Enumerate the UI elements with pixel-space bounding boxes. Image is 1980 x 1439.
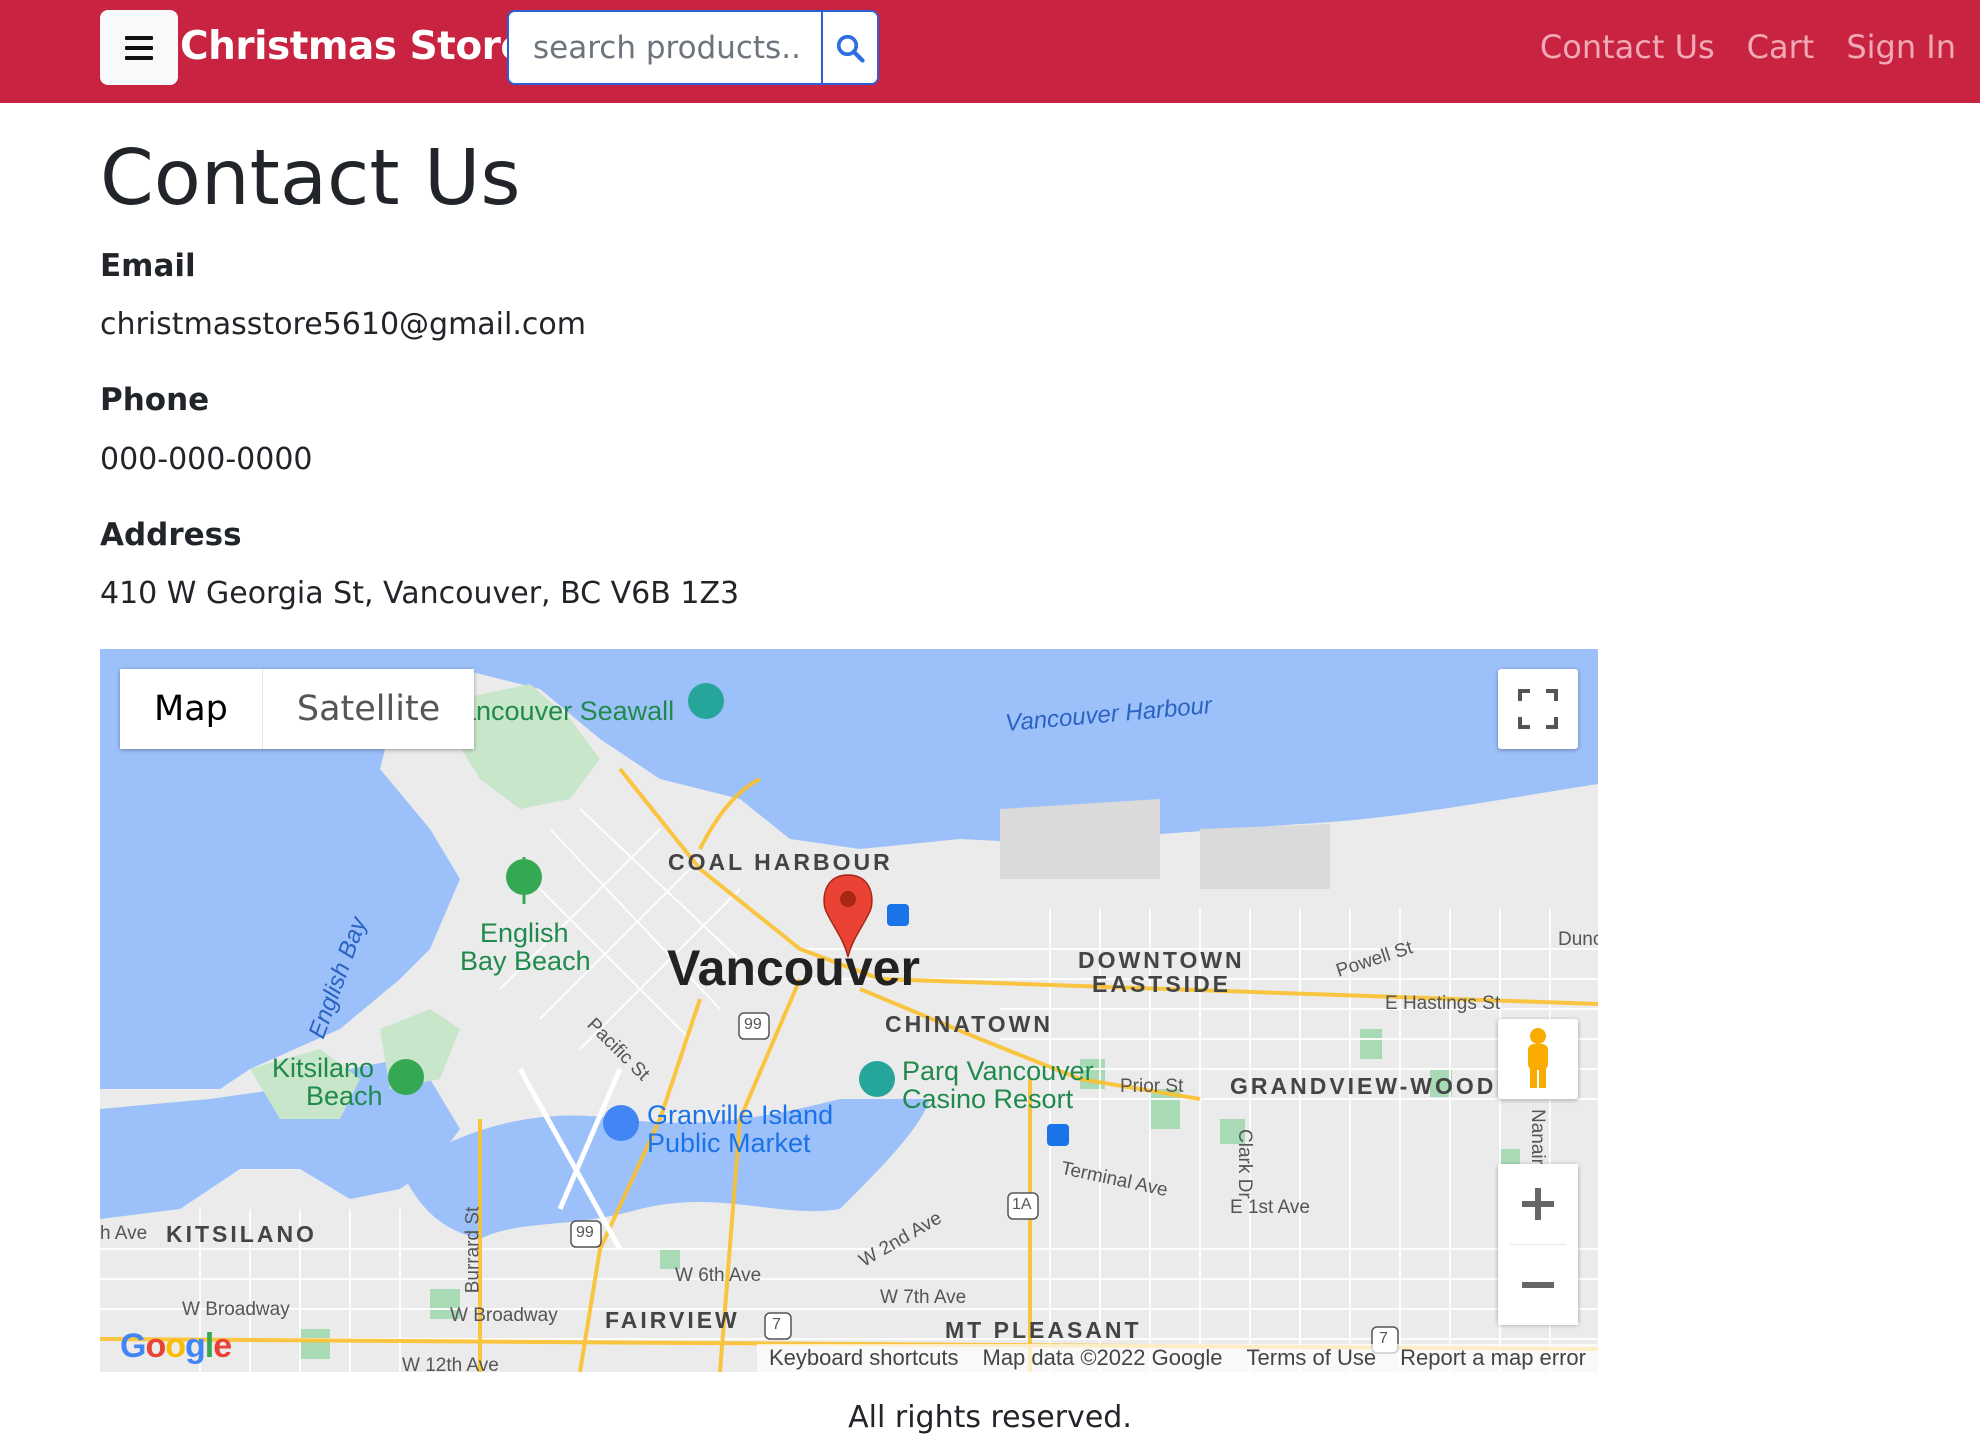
street-view-pegman-button[interactable] xyxy=(1498,1019,1578,1099)
pegman-icon xyxy=(1528,1028,1548,1088)
map-label-h-ave: h Ave xyxy=(100,1223,148,1244)
highway-shield-99a: 99 xyxy=(744,1016,762,1033)
map-label-grandview: GRANDVIEW-WOODLA xyxy=(1230,1073,1534,1099)
map-label-prior: Prior St xyxy=(1120,1076,1184,1097)
zoom-out-button[interactable] xyxy=(1498,1245,1578,1325)
phone-label: Phone xyxy=(100,382,210,418)
zoom-in-button[interactable] xyxy=(1498,1164,1578,1244)
map-label-hastings: E Hastings St xyxy=(1385,993,1501,1014)
embedded-map[interactable]: Vancouver Seawall Vancouver Harbour COAL… xyxy=(100,649,1598,1372)
map-label-dun: Dunc xyxy=(1558,929,1598,950)
plus-icon xyxy=(1522,1188,1554,1220)
map-type-control: Map Satellite xyxy=(120,669,475,749)
zoom-control xyxy=(1498,1164,1578,1325)
minus-icon xyxy=(1522,1282,1554,1288)
highway-shield-1a: 1A xyxy=(1012,1196,1032,1213)
brand-name[interactable]: Christmas Store xyxy=(180,24,527,69)
address-value: 410 W Georgia St, Vancouver, BC V6B 1Z3 xyxy=(100,576,740,611)
map-label-parq-2: Casino Resort xyxy=(902,1084,1074,1114)
email-value: christmasstore5610@gmail.com xyxy=(100,307,586,342)
phone-value: 000-000-0000 xyxy=(100,442,313,477)
nav-cart[interactable]: Cart xyxy=(1747,28,1815,66)
map-label-mt-pleasant: MT PLEASANT xyxy=(945,1317,1142,1343)
map-label-downtown-eastside-2: EASTSIDE xyxy=(1092,971,1232,997)
content: Contact Us xyxy=(100,140,521,217)
google-logo[interactable]: Google xyxy=(120,1327,232,1366)
map-label-granville-2: Public Market xyxy=(647,1128,811,1158)
terms-of-use-link[interactable]: Terms of Use xyxy=(1247,1345,1377,1371)
map-label-kitsilano-beach-2: Beach xyxy=(306,1081,383,1111)
highway-shield-99b: 99 xyxy=(576,1224,594,1241)
fullscreen-button[interactable] xyxy=(1498,669,1578,749)
highway-shield-7a: 7 xyxy=(772,1316,781,1333)
map-label-burrard: Burrard St xyxy=(462,1206,484,1294)
map-label-broadway-1: W Broadway xyxy=(182,1299,290,1320)
fullscreen-icon xyxy=(1518,689,1558,729)
camera-marker-icon xyxy=(688,683,724,719)
report-map-error-link[interactable]: Report a map error xyxy=(1400,1345,1586,1371)
page-title: Contact Us xyxy=(100,134,521,223)
map-data-text: Map data ©2022 Google xyxy=(982,1345,1223,1370)
search-form xyxy=(507,10,879,85)
keyboard-shortcuts-link[interactable]: Keyboard shortcuts xyxy=(769,1345,959,1371)
footer-text: All rights reserved. xyxy=(848,1400,1132,1435)
satellite-view-button[interactable]: Satellite xyxy=(261,669,475,749)
map-label-fairview: FAIRVIEW xyxy=(605,1307,740,1333)
map-label-city: Vancouver xyxy=(667,940,920,996)
map-label-broadway-2: W Broadway xyxy=(450,1305,558,1326)
navbar: Christmas Store Contact Us Cart Sign In xyxy=(0,0,1980,103)
map-label-clark: Clark Dr xyxy=(1234,1129,1255,1199)
search-button[interactable] xyxy=(821,12,877,83)
map-label-kitsilano: KITSILANO xyxy=(166,1221,317,1247)
map-label-parq-1: Parq Vancouver xyxy=(902,1056,1094,1086)
map-label-english-bay-beach-1: English xyxy=(480,918,569,948)
nav-sign-in[interactable]: Sign In xyxy=(1846,28,1956,66)
search-input[interactable] xyxy=(509,12,821,83)
map-label-kitsilano-beach-1: Kitsilano xyxy=(272,1053,375,1083)
hamburger-icon xyxy=(125,35,153,60)
map-label-granville-1: Granville Island xyxy=(647,1100,834,1130)
address-label: Address xyxy=(100,517,242,553)
map-label-downtown-eastside-1: DOWNTOWN xyxy=(1078,947,1245,973)
shopping-marker-icon xyxy=(603,1105,639,1141)
nav-links: Contact Us Cart Sign In xyxy=(1540,28,1956,66)
map-label-first-ave: E 1st Ave xyxy=(1230,1197,1310,1218)
map-label-sixth: W 6th Ave xyxy=(675,1265,762,1286)
map-label-twelfth: W 12th Ave xyxy=(402,1355,499,1372)
casino-marker-icon xyxy=(859,1061,895,1097)
email-label: Email xyxy=(100,248,196,284)
map-label-coal-harbour: COAL HARBOUR xyxy=(668,849,893,875)
map-label-seventh: W 7th Ave xyxy=(880,1287,967,1308)
search-icon xyxy=(836,34,865,63)
map-label-english-bay-beach-2: Bay Beach xyxy=(460,946,591,976)
map-view-button[interactable]: Map xyxy=(120,669,262,749)
map-label-nanaimo: Nanair xyxy=(1527,1109,1548,1165)
nav-contact-us[interactable]: Contact Us xyxy=(1540,28,1715,66)
map-label-seawall: Vancouver Seawall xyxy=(445,696,675,726)
map-attribution: Keyboard shortcuts Map data ©2022 Google… xyxy=(756,1344,1598,1372)
menu-toggle-button[interactable] xyxy=(100,10,178,85)
map-label-chinatown: CHINATOWN xyxy=(885,1011,1053,1037)
beach-marker-icon xyxy=(388,1059,424,1095)
